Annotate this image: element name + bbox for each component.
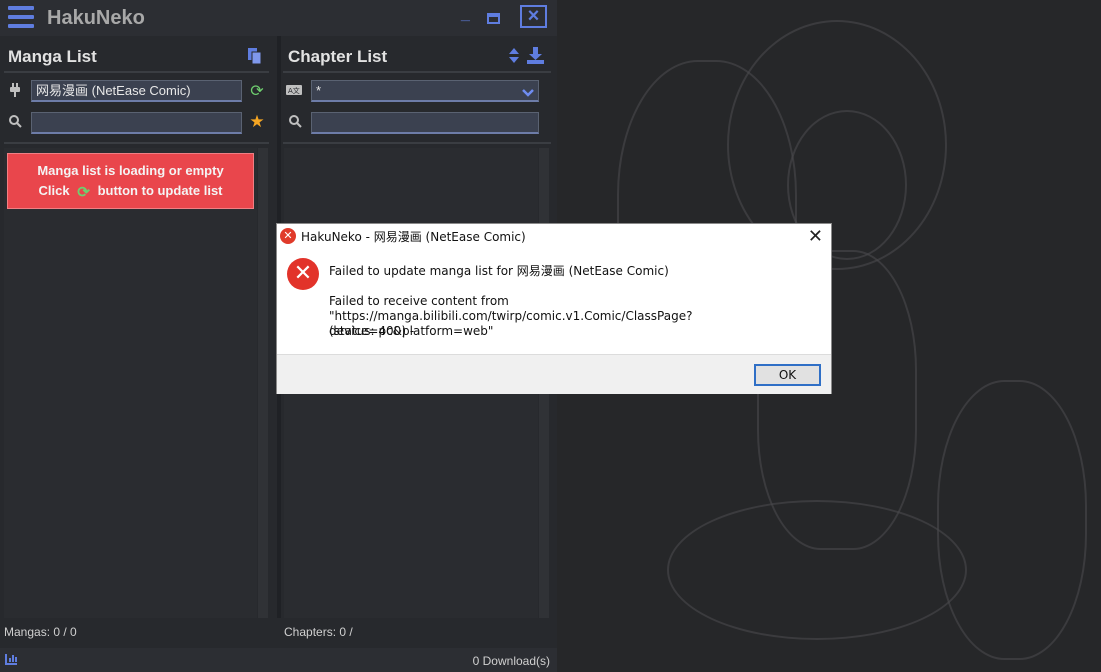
chapter-search-input[interactable] [311,112,539,134]
chart-icon[interactable] [5,654,17,665]
dialog-detail-line-3: (status: 400) - [329,324,415,338]
search-icon [287,115,303,131]
dialog-footer: OK [277,354,831,394]
close-icon[interactable]: × [520,5,547,28]
language-select[interactable]: * [311,80,539,102]
app-title: HakuNeko [47,7,145,29]
search-divider [283,142,551,144]
error-icon: ✕ [287,258,319,290]
title-bar: HakuNeko _ × [0,0,557,36]
search-divider [4,142,269,144]
error-dialog: ✕ HakuNeko - 网易漫画 (NetEase Comic) ✕ ✕ Fa… [276,223,832,394]
star-icon[interactable]: ★ [249,112,265,132]
warning-suffix: button to update list [97,183,223,198]
manga-list-title: Manga List [8,47,97,66]
copy-icon[interactable] [247,47,263,65]
downloads-status[interactable]: 0 Download(s) [473,654,550,668]
connector-select[interactable]: 网易漫画 (NetEase Comic) [31,80,242,102]
maximize-icon[interactable] [487,13,500,24]
chapter-count-status: Chapters: 0 / [284,625,353,639]
refresh-icon: ⟳ [77,184,90,201]
manga-list-scrollbar[interactable] [258,148,268,618]
dialog-message: Failed to update manga list for 网易漫画 (Ne… [329,264,669,278]
download-icon[interactable] [527,47,544,64]
minimize-icon[interactable]: _ [461,6,470,24]
search-icon [7,115,23,131]
dialog-detail-line-1: Failed to receive content from [329,294,509,308]
header-divider [283,71,551,73]
close-icon[interactable]: ✕ [808,226,823,247]
manga-list[interactable] [4,148,257,618]
menu-icon[interactable] [8,6,34,28]
chapter-list-title: Chapter List [288,47,388,66]
manga-list-panel: Manga List 网易漫画 (NetEase Comic) ⟳ ★ Mang… [0,36,277,618]
sort-icon[interactable] [509,48,519,64]
language-icon: A文 [286,83,302,98]
ok-button[interactable]: OK [754,364,821,386]
header-divider [4,71,269,73]
language-value: * [316,83,322,98]
error-icon: ✕ [280,228,296,244]
empty-list-warning: Manga list is loading or empty Click ⟳ but… [7,153,254,209]
manga-count-status: Mangas: 0 / 0 [4,625,77,639]
warning-line-1: Manga list is loading or empty [37,163,224,178]
dialog-title: HakuNeko - 网易漫画 (NetEase Comic) [301,230,526,244]
chevron-down-icon [522,83,534,102]
svg-text:A文: A文 [288,86,300,95]
plug-icon [7,83,23,100]
manga-search-input[interactable] [31,112,242,134]
warning-prefix: Click [38,183,70,198]
warning-line-2: Click ⟳ button to update list [8,181,253,201]
refresh-icon[interactable]: ⟳ [249,81,265,101]
